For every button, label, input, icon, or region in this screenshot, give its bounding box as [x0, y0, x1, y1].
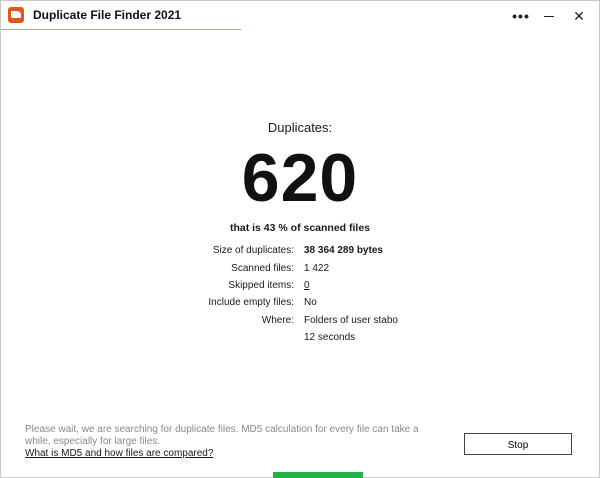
app-logo-icon: [8, 7, 24, 23]
percent-scanned: that is 43 % of scanned files: [229, 222, 371, 234]
duplicates-count: 620: [241, 140, 359, 216]
detail-label: Where:: [261, 315, 294, 326]
detail-value: No: [304, 297, 317, 308]
detail-row-empty: Include empty files: No: [1, 297, 599, 313]
title-bar: Duplicate File Finder 2021 ••• ✕: [1, 1, 599, 29]
detail-label: Skipped items:: [228, 280, 294, 291]
minimize-icon: [544, 16, 554, 18]
more-options-button[interactable]: •••: [506, 5, 536, 27]
status-message: Please wait, we are searching for duplic…: [25, 424, 419, 447]
duplicates-label: Duplicates:: [267, 120, 333, 135]
detail-row-skipped: Skipped items: 0: [1, 280, 599, 296]
md5-help-link[interactable]: What is MD5 and how files are compared?: [25, 448, 213, 459]
detail-value: 38 364 289 bytes: [304, 245, 383, 256]
close-button[interactable]: ✕: [564, 5, 594, 27]
detail-label: Scanned files:: [231, 263, 294, 274]
detail-value: Folders of user stabo: [304, 315, 398, 326]
window-title: Duplicate File Finder 2021: [33, 8, 182, 22]
detail-label: Size of duplicates:: [212, 245, 294, 256]
progress-indicator: [273, 472, 363, 478]
detail-row-where: Where: Folders of user stabo: [1, 315, 599, 331]
skipped-items-link[interactable]: 0: [304, 280, 310, 291]
detail-label: Include empty files:: [208, 297, 294, 308]
detail-value: 1 422: [304, 263, 330, 274]
detail-row-scanned: Scanned files: 1 422: [1, 263, 599, 279]
minimize-button[interactable]: [534, 5, 564, 27]
detail-row-size: Size of duplicates: 38 364 289 bytes: [1, 245, 599, 261]
elapsed-time: 12 seconds: [304, 332, 356, 343]
title-underline: [1, 29, 241, 30]
stop-button[interactable]: Stop: [464, 433, 572, 455]
detail-row-time: 12 seconds: [1, 332, 599, 348]
